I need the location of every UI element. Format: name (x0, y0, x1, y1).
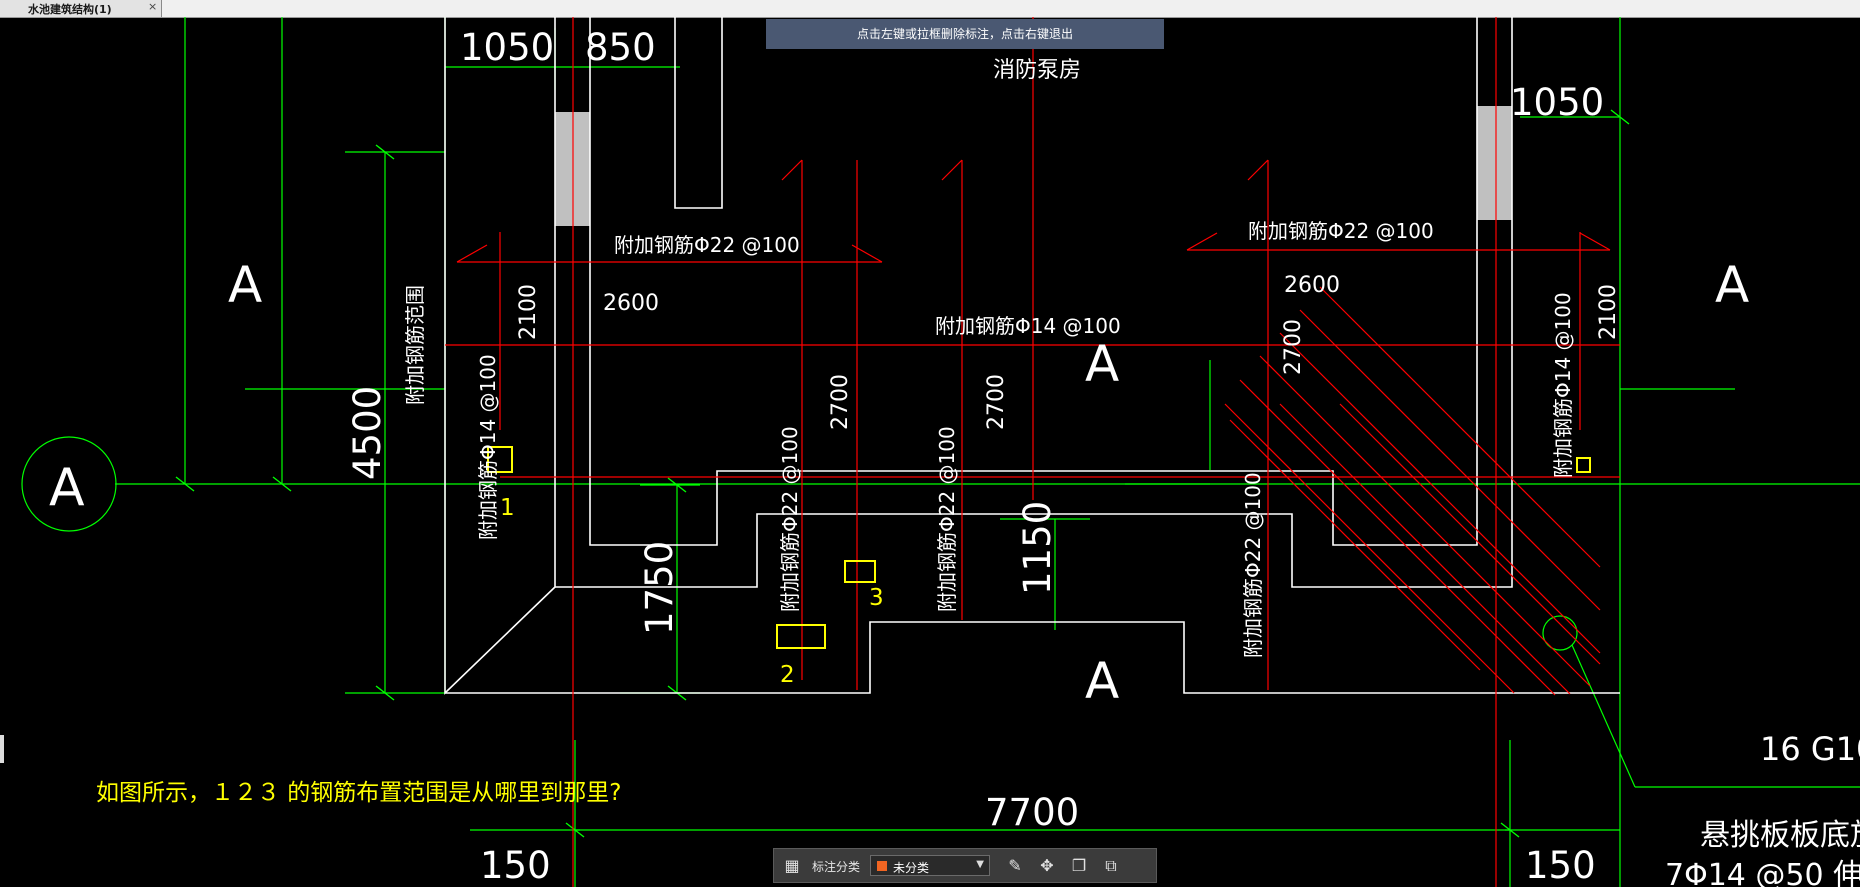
left-edge-panel (0, 735, 4, 763)
category-select[interactable]: 未分类 ▼ (870, 855, 990, 876)
rebar-note-v1: 附加钢筋Φ22 @100 (778, 426, 802, 612)
paste-icon[interactable]: ⧉ (1100, 856, 1122, 876)
category-value: 未分类 (893, 861, 930, 875)
drawing-tab[interactable]: 水池建筑结构(1) × (0, 0, 162, 17)
rebar-note-top-right: 附加钢筋Φ22 @100 (1248, 219, 1434, 243)
section-mark: A (1085, 652, 1119, 710)
rebar-note-v3: 附加钢筋Φ22 @100 (1241, 472, 1265, 658)
marker-box-right (1576, 457, 1591, 473)
length-2600-right: 2600 (1284, 273, 1340, 298)
section-mark: A (1715, 256, 1749, 314)
marker-label-1: 1 (500, 495, 515, 521)
title-tab-bar: 水池建筑结构(1) × (0, 0, 1860, 18)
room-label: 消防泵房 (993, 58, 1081, 83)
dim-bottom-total: 7700 (985, 791, 1079, 834)
section-mark: A (228, 256, 262, 314)
hint-bar: 点击左键或拉框删除标注，点击右键退出 (766, 19, 1164, 49)
question-text: 如图所示，１２３ 的钢筋布置范围是从哪里到那里? (96, 780, 622, 806)
move-icon[interactable]: ✥ (1036, 856, 1058, 876)
length-2700-c: 2700 (1281, 319, 1306, 375)
annotation-toolbar: ▦ 标注分类 未分类 ▼ ✎ ✥ ❐ ⧉ (773, 848, 1157, 883)
edit-icon[interactable]: ✎ (1004, 856, 1026, 876)
rebar-note-top-left: 附加钢筋Φ22 @100 (614, 233, 800, 257)
dim-left-height: 4500 (346, 386, 389, 480)
dim-bottom-left: 150 (480, 844, 551, 887)
rebar-note-v2: 附加钢筋Φ22 @100 (935, 426, 959, 612)
rebar-range-label: 附加钢筋范围 (403, 285, 427, 405)
rebar-note-right-vertical: 附加钢筋Φ14 @100 (1551, 292, 1575, 478)
dim-bottom-right: 150 (1525, 844, 1596, 887)
marker-box-3 (844, 560, 876, 583)
length-2700-b: 2700 (984, 374, 1009, 430)
marker-box-2 (776, 624, 826, 649)
dim-top-right: 1050 (1510, 81, 1604, 124)
length-2600-left: 2600 (603, 291, 659, 316)
length-2100-right: 2100 (1596, 284, 1621, 340)
rebar-note-mid: 附加钢筋Φ14 @100 (935, 314, 1121, 338)
dim-top-left-b: 850 (585, 26, 656, 69)
marker-label-3: 3 (869, 585, 884, 611)
copy-icon[interactable]: ❐ (1068, 856, 1090, 876)
marker-label-2: 2 (780, 662, 795, 688)
grid-icon[interactable]: ▦ (781, 856, 803, 876)
dim-top-left-a: 1050 (460, 26, 554, 69)
dim-left-low: 1750 (638, 541, 681, 635)
section-mark: A (1085, 335, 1119, 393)
length-2700-a: 2700 (828, 374, 853, 430)
note-line1: 悬挑板板底放 (1700, 818, 1860, 853)
length-2100-left: 2100 (516, 284, 541, 340)
dim-mid-low: 1150 (1016, 501, 1059, 595)
close-icon[interactable]: × (148, 0, 157, 13)
cad-canvas[interactable]: 1 2 3 消防泵房 A A A A A 1050 850 1050 7700 … (0, 17, 1860, 887)
note-line2: 7Φ14 @50 伸入 (1665, 858, 1860, 887)
axis-label: A (49, 458, 85, 518)
note-code: 16 G10 (1760, 730, 1860, 768)
toolbar-label: 标注分类 (812, 860, 861, 874)
category-swatch (877, 861, 887, 871)
drawing-tab-label: 水池建筑结构(1) (28, 3, 112, 16)
rebar-note-left-vertical: 附加钢筋Φ14 @100 (476, 354, 500, 540)
chevron-down-icon: ▼ (976, 859, 984, 870)
